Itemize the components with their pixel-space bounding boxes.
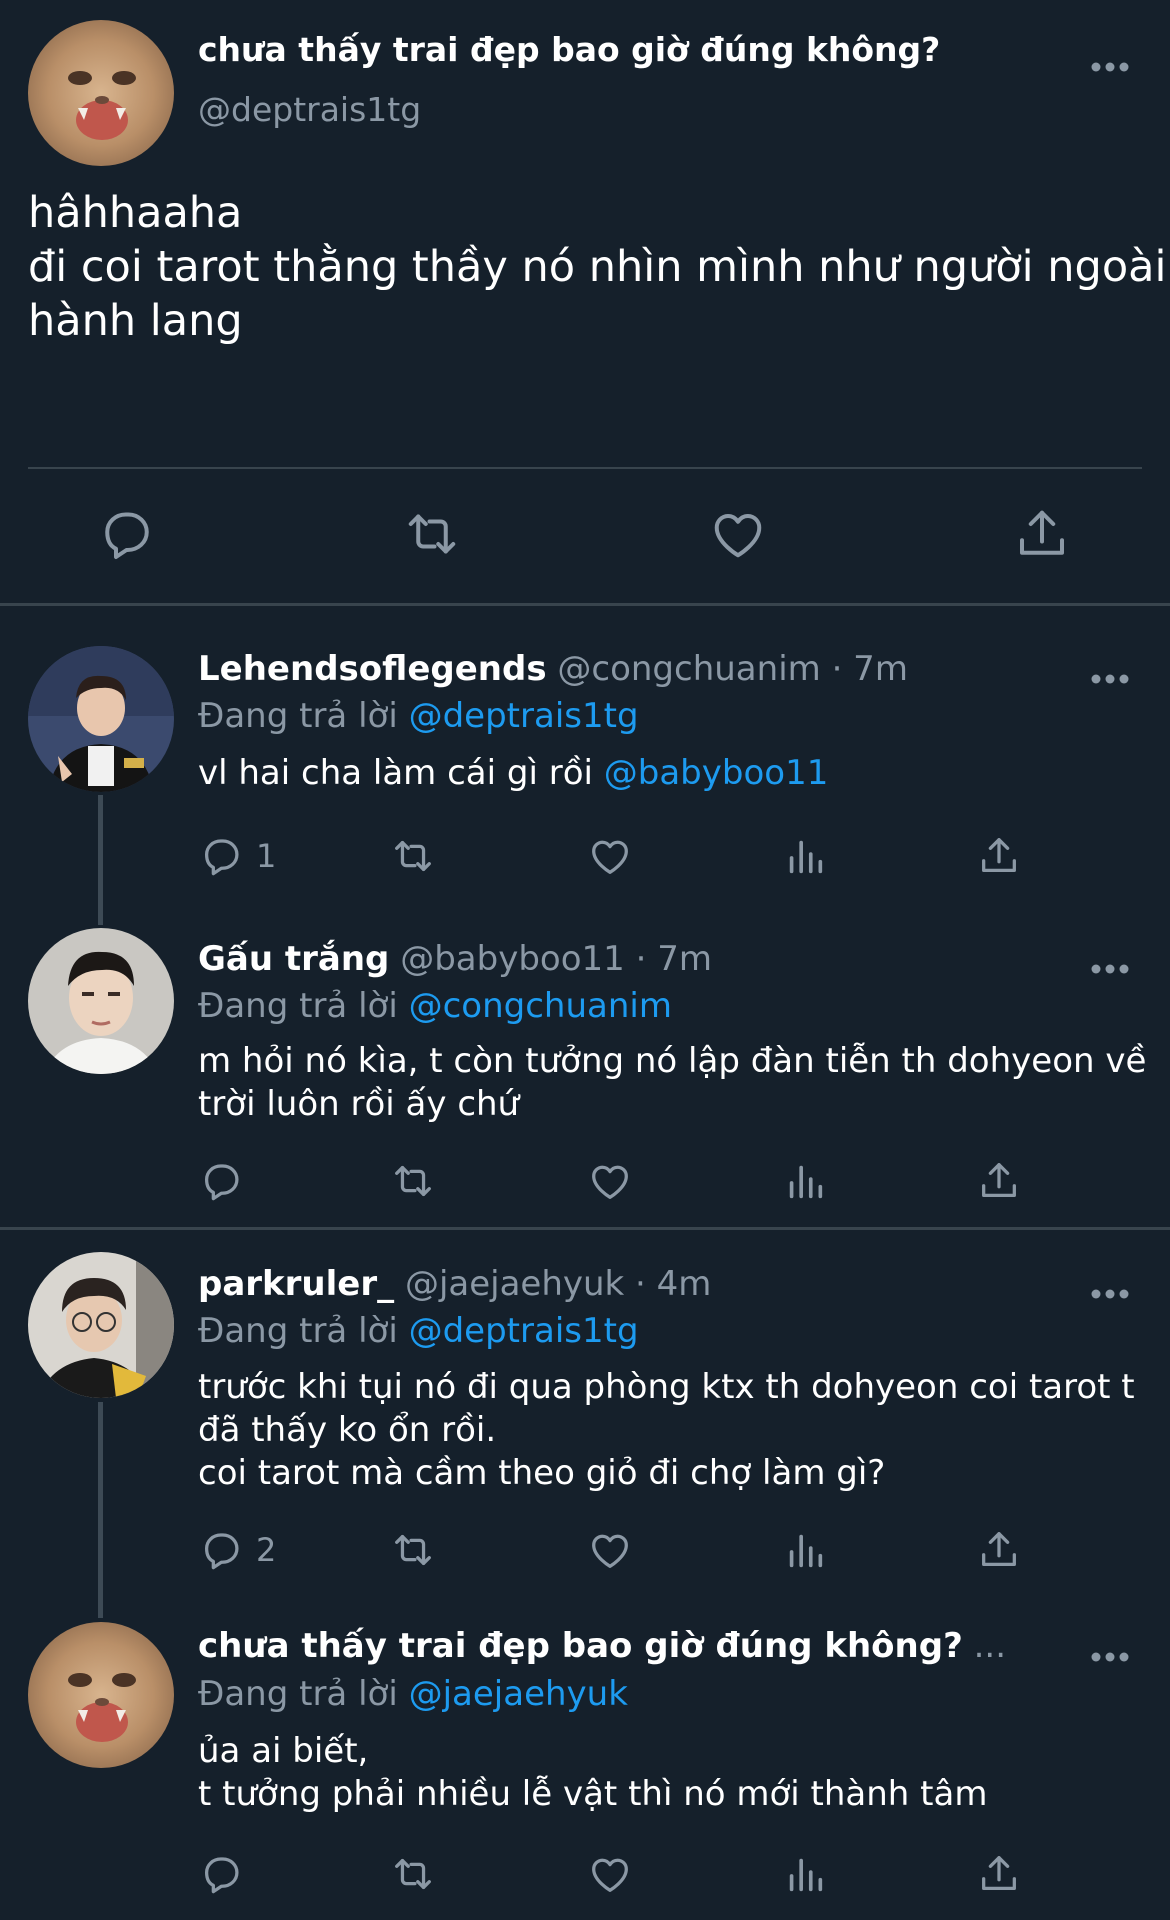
main-tweet-text: hâhhaaha đi coi tarot thằng thầy nó nhìn…	[28, 186, 1167, 348]
reply-meta: ...	[973, 1626, 1007, 1666]
replying-label: Đang trả lời	[198, 1674, 398, 1714]
analytics-icon[interactable]	[782, 831, 828, 881]
reply-text: m hỏi nó kìa, t còn tưởng nó lập đàn tiễ…	[198, 1040, 1147, 1126]
replying-to: Đang trả lời @congchuanim	[198, 986, 672, 1026]
more-options-icon[interactable]	[1090, 60, 1130, 74]
share-icon[interactable]	[976, 1849, 1022, 1899]
reply-text-line: ủa ai biết,	[198, 1731, 369, 1771]
reply-count: 1	[256, 837, 277, 875]
reply-header: parkruler_ @jaejaehyuk · 4m	[198, 1264, 711, 1304]
analytics-icon[interactable]	[782, 1525, 828, 1575]
avatar[interactable]	[28, 928, 174, 1074]
reply-header: Gấu trắng @babyboo11 · 7m	[198, 939, 712, 979]
reply-text-line: vl hai cha làm cái gì rồi @babyboo11	[198, 752, 1138, 795]
retweet-icon[interactable]	[402, 504, 462, 564]
share-icon[interactable]	[976, 1525, 1022, 1575]
main-action-bar	[0, 504, 1170, 570]
reply-display-name[interactable]: Lehendsoflegends	[198, 649, 547, 689]
reply-icon	[204, 1857, 239, 1894]
more-options-icon[interactable]	[1090, 962, 1130, 976]
reply-text-line: đã thấy ko ổn rồi.	[198, 1410, 497, 1450]
replying-to: Đang trả lời @jaejaehyuk	[198, 1674, 628, 1714]
replying-to: Đang trả lời @deptrais1tg	[198, 696, 639, 736]
more-options-icon[interactable]	[1090, 672, 1130, 686]
reply-header: Lehendsoflegends @congchuanim · 7m	[198, 649, 908, 689]
reply-text: trước khi tụi nó đi qua phòng ktx th doh…	[198, 1366, 1138, 1495]
reply-display-name[interactable]: Gấu trắng	[198, 939, 389, 979]
replying-label: Đang trả lời	[198, 696, 398, 736]
mention-link[interactable]: @jaejaehyuk	[409, 1674, 628, 1714]
main-handle[interactable]: @deptrais1tg	[198, 90, 421, 129]
reply-button[interactable]: 1	[198, 831, 276, 881]
section-divider	[0, 1227, 1170, 1230]
reply-count: 2	[256, 1531, 277, 1569]
divider	[28, 467, 1142, 469]
tweet-thread-page: chưa thấy trai đẹp bao giờ đúng không? @…	[0, 0, 1170, 1920]
replying-label: Đang trả lời	[198, 1311, 398, 1351]
reply-icon[interactable]	[96, 504, 156, 564]
reply-action-bar: 2	[0, 1525, 1170, 1575]
main-text-line: hành lang	[28, 296, 243, 346]
reply-text-span: vl hai cha làm cái gì rồi	[198, 753, 604, 793]
reply-display-name[interactable]: parkruler_	[198, 1264, 394, 1304]
reply-action-bar	[0, 1849, 1170, 1899]
analytics-icon[interactable]	[782, 1849, 828, 1899]
retweet-icon[interactable]	[390, 1849, 436, 1899]
avatar[interactable]	[28, 646, 174, 792]
avatar[interactable]	[28, 1622, 174, 1768]
reply-text-line: m hỏi nó kìa, t còn tưởng nó lập đàn tiễ…	[198, 1041, 1147, 1081]
main-display-name[interactable]: chưa thấy trai đẹp bao giờ đúng không?	[198, 30, 940, 69]
reply-button[interactable]	[198, 1156, 256, 1206]
reply-text-line: trời luôn rồi ấy chứ	[198, 1084, 520, 1124]
reply-text-line: trước khi tụi nó đi qua phòng ktx th doh…	[198, 1367, 1135, 1407]
reply-text-line: t tưởng phải nhiều lễ vật thì nó mới thà…	[198, 1774, 988, 1814]
share-icon[interactable]	[976, 831, 1022, 881]
reply-meta: @jaejaehyuk · 4m	[404, 1264, 712, 1304]
reply-button[interactable]: 2	[198, 1525, 276, 1575]
mention-link[interactable]: @deptrais1tg	[409, 1311, 639, 1351]
share-icon[interactable]	[1012, 504, 1072, 564]
reply-meta: @babyboo11 · 7m	[400, 939, 712, 979]
like-icon[interactable]	[587, 1525, 633, 1575]
reply-text: vl hai cha làm cái gì rồi @babyboo11	[198, 752, 1138, 795]
main-text-line: hâhhaaha	[28, 188, 243, 238]
like-icon[interactable]	[587, 1156, 633, 1206]
reply-icon	[204, 839, 239, 876]
retweet-icon[interactable]	[390, 1156, 436, 1206]
retweet-icon[interactable]	[390, 831, 436, 881]
reply-header: chưa thấy trai đẹp bao giờ đúng không? .…	[198, 1626, 1006, 1666]
replying-label: Đang trả lời	[198, 986, 398, 1026]
more-options-icon[interactable]	[1090, 1287, 1130, 1301]
main-tweet: chưa thấy trai đẹp bao giờ đúng không? @…	[0, 0, 1170, 606]
reply-text: ủa ai biết, t tưởng phải nhiều lễ vật th…	[198, 1730, 1138, 1816]
like-icon[interactable]	[587, 831, 633, 881]
avatar[interactable]	[28, 1252, 174, 1398]
avatar[interactable]	[28, 20, 174, 166]
like-icon[interactable]	[708, 504, 768, 564]
reply-button[interactable]	[198, 1849, 256, 1899]
like-icon[interactable]	[587, 1849, 633, 1899]
reply-action-bar	[0, 1156, 1170, 1206]
replying-to: Đang trả lời @deptrais1tg	[198, 1311, 639, 1351]
reply-icon	[204, 1164, 239, 1201]
reply-meta: @congchuanim · 7m	[557, 649, 908, 689]
section-divider	[0, 603, 1170, 606]
mention-link[interactable]: @deptrais1tg	[409, 696, 639, 736]
more-options-icon[interactable]	[1090, 1650, 1130, 1664]
main-text-line: đi coi tarot thằng thầy nó nhìn mình như…	[28, 242, 1167, 292]
share-icon[interactable]	[976, 1156, 1022, 1206]
reply-action-bar: 1	[0, 831, 1170, 881]
reply-text-line: coi tarot mà cầm theo giỏ đi chợ làm gì?	[198, 1453, 886, 1493]
reply-icon	[204, 1533, 239, 1570]
mention-link[interactable]: @congchuanim	[409, 986, 672, 1026]
reply-display-name[interactable]: chưa thấy trai đẹp bao giờ đúng không?	[198, 1626, 963, 1666]
analytics-icon[interactable]	[782, 1156, 828, 1206]
mention-link[interactable]: @babyboo11	[604, 753, 829, 793]
retweet-icon[interactable]	[390, 1525, 436, 1575]
thread-connector	[98, 1402, 103, 1618]
